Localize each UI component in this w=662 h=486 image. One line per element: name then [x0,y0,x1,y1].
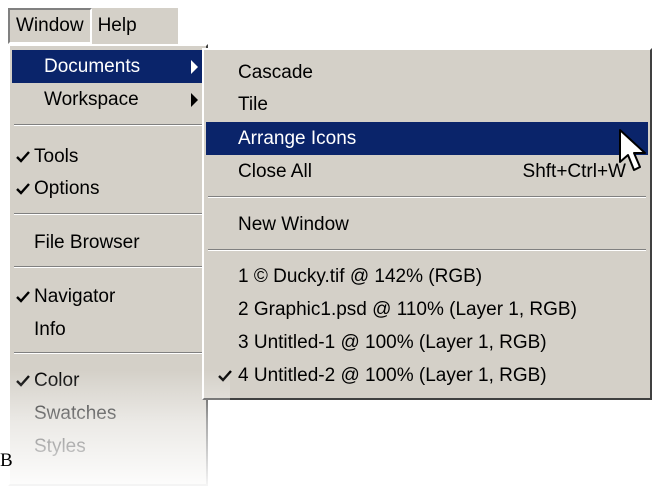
menu-item-label: Info [34,318,66,340]
menu-item-styles[interactable]: Styles [12,430,204,463]
menu-item-arrange-icons[interactable]: Arrange Icons [206,122,648,155]
menu-item-close-all[interactable]: Close All Shft+Ctrl+W [206,155,648,188]
menu-item-swatches[interactable]: Swatches [12,397,204,430]
menu-item-info[interactable]: Info [12,313,204,346]
window-menu: Documents Workspace Tools Options File B… [8,44,208,486]
check-icon [16,151,30,163]
menu-item-documents[interactable]: Documents [12,50,204,83]
menu-item-label: Arrange Icons [238,127,357,149]
menu-separator [208,249,646,251]
menu-item-label: Tools [34,145,79,167]
corner-letter: B [0,450,13,471]
menu-item-label: Tile [238,93,268,115]
submenu-arrow-icon [191,93,198,107]
menu-item-tile[interactable]: Tile [206,88,648,121]
menu-item-label: Options [34,177,100,199]
menu-separator [14,266,202,268]
menu-item-label: New Window [238,213,349,235]
menu-item-label: Close All [238,160,312,182]
mouse-pointer-icon [619,129,646,171]
check-icon [16,375,30,387]
menu-item-label: 4 Untitled-2 @ 100% (Layer 1, RGB) [238,364,547,386]
menu-separator [14,124,202,126]
menu-item-document-3[interactable]: 3 Untitled-1 @ 100% (Layer 1, RGB) [206,326,648,359]
menu-bar: Window Help [8,8,178,44]
submenu-arrow-icon [191,60,198,74]
menu-item-label: Cascade [238,61,313,83]
menu-item-label: 2 Graphic1.psd @ 110% (Layer 1, RGB) [238,298,577,320]
menu-item-label: Styles [34,435,86,457]
menu-item-label: Workspace [44,88,139,110]
menu-separator [14,352,202,354]
menu-item-file-browser[interactable]: File Browser [12,226,204,259]
menu-help-label: Help [97,15,137,36]
menu-help[interactable]: Help [92,8,143,44]
menu-item-label: File Browser [34,231,140,253]
menu-item-document-2[interactable]: 2 Graphic1.psd @ 110% (Layer 1, RGB) [206,293,648,326]
menu-separator [14,213,202,215]
check-icon [16,183,30,195]
menu-item-new-window[interactable]: New Window [206,208,648,241]
menu-item-options[interactable]: Options [12,172,204,205]
check-icon [218,370,232,382]
menu-item-label: Documents [44,55,141,77]
menu-window-label: Window [16,15,84,36]
menu-item-tools[interactable]: Tools [12,140,204,173]
menu-item-label: Color [34,369,80,391]
menu-item-label: Navigator [34,285,116,307]
menu-item-color[interactable]: Color [12,364,204,397]
menu-item-document-4[interactable]: 4 Untitled-2 @ 100% (Layer 1, RGB) [206,359,648,392]
menu-separator [208,196,646,198]
documents-submenu: Cascade Tile Arrange Icons Close All Shf… [202,48,652,400]
menu-item-document-1[interactable]: 1 © Ducky.tif @ 142% (RGB) [206,260,648,293]
check-icon [16,291,30,303]
menu-item-navigator[interactable]: Navigator [12,280,204,313]
menu-item-label: Swatches [34,402,117,424]
menu-item-label: 3 Untitled-1 @ 100% (Layer 1, RGB) [238,331,547,353]
shortcut-label: Shft+Ctrl+W [522,160,626,182]
menu-item-cascade[interactable]: Cascade [206,56,648,89]
menu-item-workspace[interactable]: Workspace [12,83,204,116]
menu-window[interactable]: Window [8,8,92,44]
menu-item-label: 1 © Ducky.tif @ 142% (RGB) [238,265,483,287]
